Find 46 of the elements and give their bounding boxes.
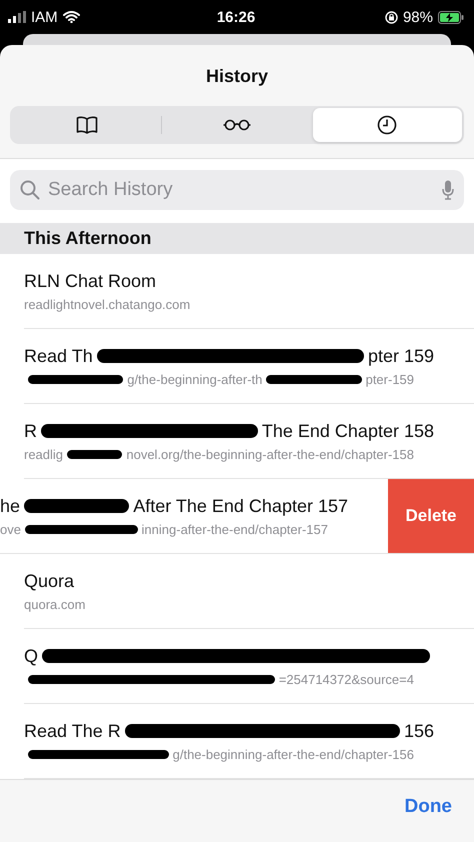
page-url: novel.org/the-beginning-after-the-end/chapter-158 <box>126 446 414 462</box>
done-button[interactable]: Done <box>404 796 452 818</box>
history-item[interactable]: Read The R 156 g/the-beginning-after-the-end/chapter-156 <box>24 704 474 780</box>
page-url: readlightnovel.chatango.com <box>24 296 190 312</box>
history-item[interactable]: Read Th pter 159 g/the-beginning-after-th pter-159 <box>24 329 474 404</box>
signal-icon <box>8 11 26 23</box>
page-url: readlig <box>24 446 64 462</box>
battery-charging-icon <box>438 10 464 24</box>
glasses-icon <box>222 119 251 132</box>
page-title: Q <box>24 646 38 667</box>
page-title: he <box>0 496 20 517</box>
page-url: quora.com <box>24 596 86 612</box>
page-title: After The End Chapter 157 <box>133 496 348 517</box>
page-title: Read Th <box>24 346 93 367</box>
page-title: pter 159 <box>368 346 434 367</box>
wifi-icon <box>62 11 80 23</box>
page-url: pter-159 <box>366 372 414 387</box>
history-item[interactable]: R The End Chapter 158 readlig novel.org/the-beginning-after-the-end/chapter-158 <box>24 404 474 480</box>
section-header: This Afternoon <box>0 223 474 254</box>
rotation-lock-icon <box>384 10 398 24</box>
page-title: 156 <box>404 720 434 742</box>
microphone-icon[interactable] <box>442 180 454 200</box>
search-icon <box>20 180 40 200</box>
page-title: R <box>24 420 37 442</box>
clock-time: 16:26 <box>216 8 256 26</box>
page-url: inning-after-the-end/chapter-157 <box>142 522 328 537</box>
clock-icon <box>377 115 398 136</box>
carrier: IAM <box>31 8 58 26</box>
sheet-title: History <box>204 65 269 88</box>
segment-tab[interactable] <box>312 108 462 142</box>
page-url: g/the-beginning-after-th <box>127 372 262 387</box>
history-item[interactable]: Q =254714372&source=4 <box>24 629 474 704</box>
page-url: ove <box>0 522 21 537</box>
delete-button[interactable]: Delete <box>388 479 474 554</box>
page-title: Quora <box>24 570 74 592</box>
history-item[interactable]: RLN Chat Room readlightnovel.chatango.com <box>24 254 474 330</box>
page-url: =254714372&source=4 <box>278 672 414 687</box>
page-url: g/the-beginning-after-the-end/chapter-156 <box>172 746 414 762</box>
battery-percent: 98% <box>402 8 433 26</box>
book-icon <box>76 116 98 134</box>
history-item[interactable]: Quora quora.com <box>24 554 474 630</box>
search-field[interactable]: Search History <box>10 170 464 210</box>
page-title: RLN Chat Room <box>24 270 156 292</box>
page-title: The End Chapter 158 <box>262 420 434 442</box>
history-item[interactable]: he After The End Chapter 157 ove inning-after-the-end/chapter-157 Delete <box>0 479 474 554</box>
page-title: Read The R <box>24 720 121 742</box>
